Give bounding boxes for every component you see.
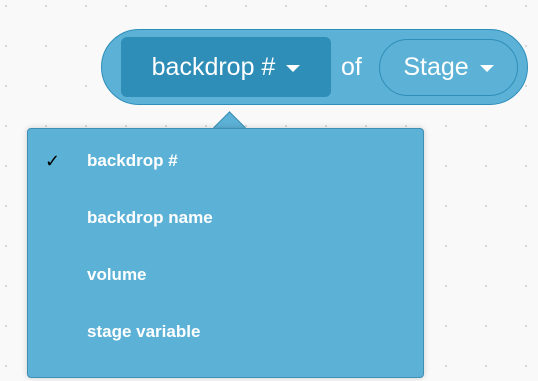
menu-item-stage-variable[interactable]: stage variable xyxy=(28,312,423,352)
of-label: of xyxy=(341,53,362,81)
menu-item-label: stage variable xyxy=(87,322,201,341)
menu-item-label: volume xyxy=(87,265,147,284)
menu-item-backdrop-number[interactable]: ✓ backdrop # xyxy=(28,141,423,181)
property-dropdown[interactable]: backdrop # xyxy=(121,37,331,97)
target-dropdown[interactable]: Stage xyxy=(379,39,518,96)
caret-down-icon xyxy=(479,65,494,72)
menu-item-label: backdrop name xyxy=(87,208,213,227)
checkmark-icon: ✓ xyxy=(45,150,61,172)
property-dropdown-label: backdrop # xyxy=(151,52,276,81)
menu-item-label: backdrop # xyxy=(87,151,178,170)
target-dropdown-label: Stage xyxy=(403,53,469,81)
property-dropdown-menu: ✓ backdrop # backdrop name volume stage … xyxy=(27,128,424,378)
caret-down-icon xyxy=(286,64,301,72)
menu-item-volume[interactable]: volume xyxy=(28,255,423,295)
menu-item-backdrop-name[interactable]: backdrop name xyxy=(28,198,423,238)
